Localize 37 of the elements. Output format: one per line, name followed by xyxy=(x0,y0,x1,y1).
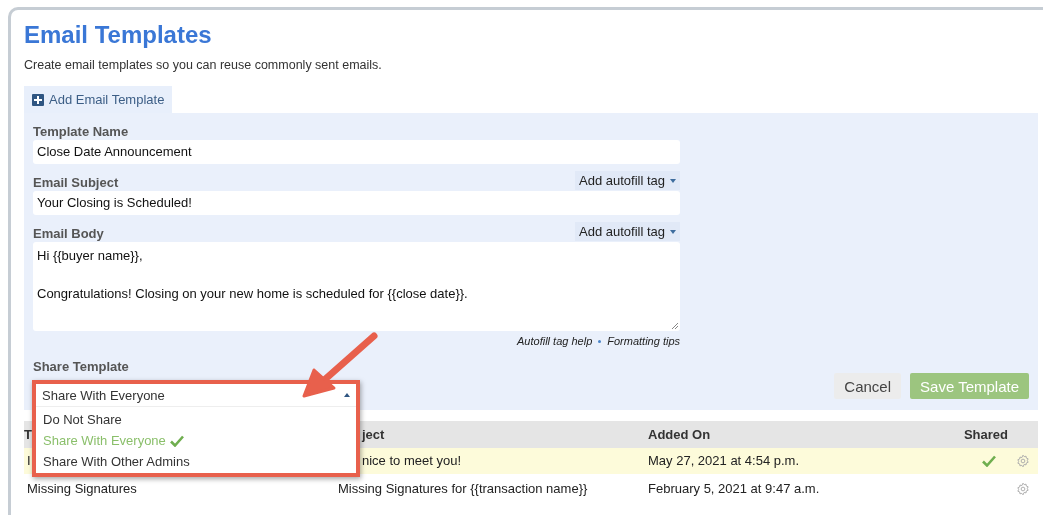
text-area[interactable]: Hi {{buyer name}}, Congratulations! Closing on your new home is scheduled for {{close date}}. xyxy=(33,242,680,331)
field-label: Template Name xyxy=(33,124,129,139)
share-dropdown[interactable]: Share With Everyone Do Not Share Share With Everyone Share With Other Admins xyxy=(32,380,360,477)
column-header: Added On xyxy=(648,426,711,442)
table-cell: I xyxy=(27,453,31,469)
help-link[interactable]: Formatting tips xyxy=(607,335,680,347)
resize-handle-icon[interactable] xyxy=(671,322,679,330)
plus-icon xyxy=(32,93,44,106)
caret-icon xyxy=(344,393,350,397)
table-cell: Missing Signatures for {{transaction name}} xyxy=(338,480,588,496)
autofill-dropdown[interactable]: Add autofill tag xyxy=(575,171,680,190)
table-row[interactable]: Missing Signatures Missing Signatures for {{transaction name}} February 5, 2021 at 9:47 a.m. xyxy=(24,474,1038,501)
caret-icon xyxy=(670,229,676,234)
cancel-button[interactable]: Cancel xyxy=(834,373,902,399)
field-label: Share Template xyxy=(33,359,129,374)
page-subtitle: Create email templates so you can reuse commonly sent emails. xyxy=(24,58,383,72)
dropdown-option[interactable]: Do Not Share xyxy=(36,409,356,430)
text-field[interactable]: Close Date Announcement xyxy=(33,140,680,164)
dropdown-option[interactable]: Share With Other Admins xyxy=(36,451,356,472)
field-label: Email Body xyxy=(33,226,104,241)
add-template-tab[interactable]: Add Email Template xyxy=(24,86,173,113)
caret-icon xyxy=(670,178,676,183)
table-cell-text: nice to meet you! xyxy=(361,453,461,469)
table-cell: February 5, 2021 at 9:47 a.m. xyxy=(648,480,820,496)
autofill-dropdown[interactable]: Add autofill tag xyxy=(575,222,680,241)
table-cell: Missing Signatures xyxy=(27,480,137,496)
table-cell: May 27, 2021 at 4:54 p.m. xyxy=(648,453,800,469)
check-icon xyxy=(169,434,184,447)
text-field[interactable]: Your Closing is Scheduled! xyxy=(33,191,680,215)
settings-icon[interactable] xyxy=(1016,453,1030,468)
field-label: Email Subject xyxy=(33,175,119,190)
column-header: T xyxy=(24,426,32,442)
help-link[interactable]: Autofill tag help xyxy=(517,335,593,347)
column-header: ject xyxy=(360,426,385,442)
settings-icon[interactable] xyxy=(1016,481,1030,496)
column-header: Shared xyxy=(963,426,1008,442)
page-title: Email Templates xyxy=(24,20,213,50)
